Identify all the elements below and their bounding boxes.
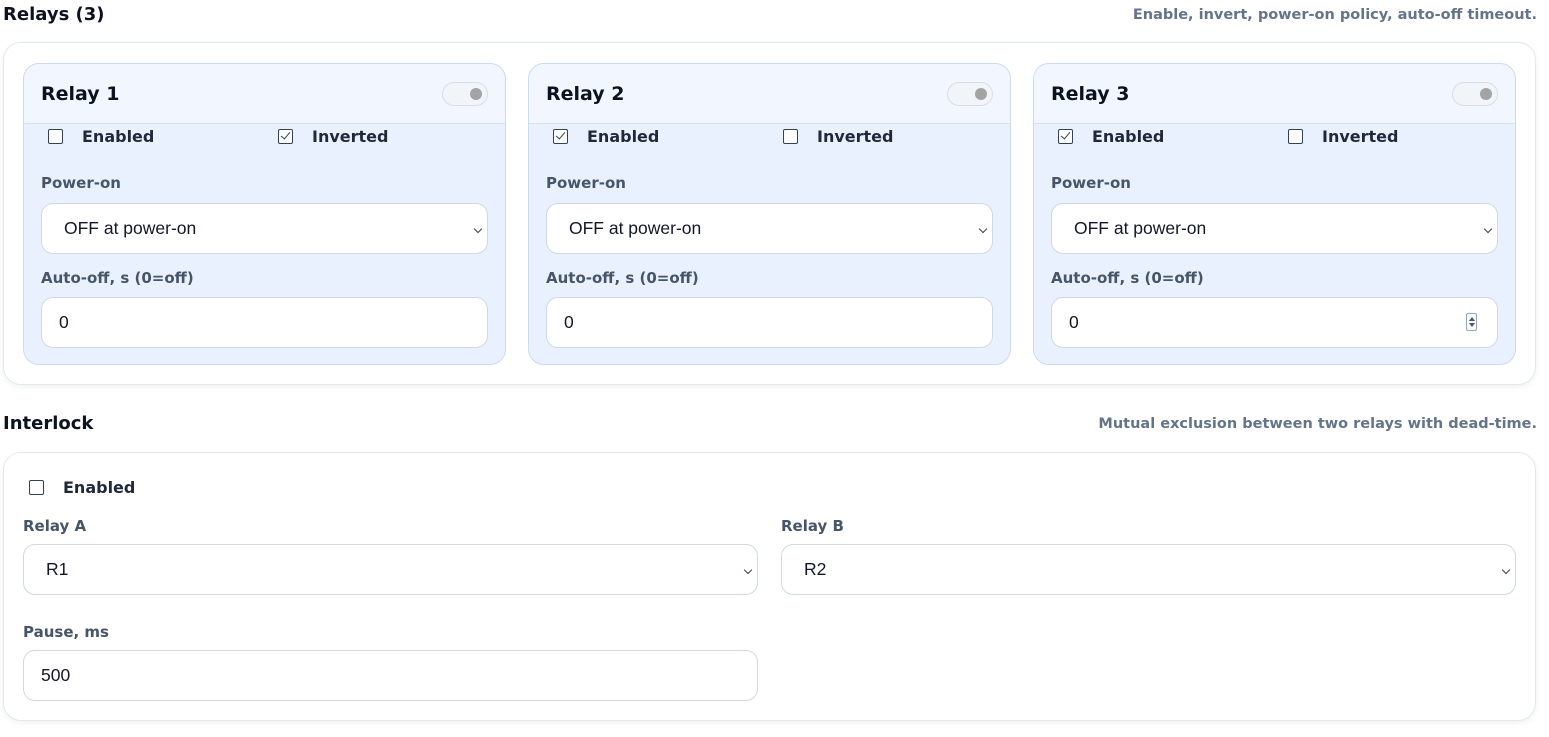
auto-off-label: Auto-off, s (0=off) bbox=[1051, 269, 1204, 287]
auto-off-value: 0 bbox=[1069, 312, 1079, 332]
auto-off-label: Auto-off, s (0=off) bbox=[41, 269, 194, 287]
toggle-knob bbox=[470, 88, 482, 100]
inverted-checkbox[interactable] bbox=[1288, 129, 1303, 144]
enabled-checkbox[interactable] bbox=[553, 129, 568, 144]
relay-title: Relay 3 bbox=[1051, 83, 1130, 105]
relay-title: Relay 2 bbox=[546, 83, 625, 105]
pause-label: Pause, ms bbox=[23, 623, 109, 641]
toggle-knob bbox=[975, 88, 987, 100]
relays-section-title: Relays (3) bbox=[3, 4, 105, 25]
inverted-label: Inverted bbox=[312, 127, 389, 146]
interlock-panel: Enabled Relay A R1 Relay B R2 Pause, ms … bbox=[3, 452, 1536, 721]
enabled-label: Enabled bbox=[1092, 127, 1165, 146]
auto-off-value: 0 bbox=[59, 312, 69, 332]
power-on-select[interactable]: OFF at power-on bbox=[1051, 203, 1498, 254]
interlock-enabled-label: Enabled bbox=[63, 478, 136, 497]
pause-value: 500 bbox=[41, 665, 71, 685]
toggle-knob bbox=[1480, 88, 1492, 100]
interlock-section-header: Interlock Mutual exclusion between two r… bbox=[3, 413, 1537, 434]
power-on-select[interactable]: OFF at power-on bbox=[41, 203, 488, 254]
inverted-label: Inverted bbox=[817, 127, 894, 146]
power-on-value: OFF at power-on bbox=[64, 218, 197, 238]
relay-state-toggle[interactable] bbox=[1452, 82, 1498, 106]
power-on-label: Power-on bbox=[1051, 174, 1131, 192]
relay-b-select[interactable]: R2 bbox=[781, 544, 1516, 595]
chevron-down-icon bbox=[473, 224, 483, 234]
relay-card-header: Relay 3 bbox=[1034, 64, 1515, 124]
relays-panel: Relay 1 Enabled Inverted Power-on OFF at… bbox=[3, 42, 1536, 385]
inverted-checkbox[interactable] bbox=[783, 129, 798, 144]
power-on-value: OFF at power-on bbox=[569, 218, 702, 238]
enabled-checkbox-row[interactable]: Enabled bbox=[48, 127, 154, 146]
relay-a-value: R1 bbox=[46, 559, 69, 579]
auto-off-input[interactable]: 0 bbox=[1051, 297, 1498, 348]
relay-title: Relay 1 bbox=[41, 83, 120, 105]
enabled-checkbox-row[interactable]: Enabled bbox=[1058, 127, 1164, 146]
relay-card-2: Relay 2 Enabled Inverted Power-on OFF at… bbox=[528, 63, 1011, 365]
chevron-down-icon bbox=[1501, 565, 1511, 575]
inverted-checkbox[interactable] bbox=[278, 129, 293, 144]
power-on-label: Power-on bbox=[546, 174, 626, 192]
interlock-section-hint: Mutual exclusion between two relays with… bbox=[1098, 415, 1537, 432]
power-on-value: OFF at power-on bbox=[1074, 218, 1207, 238]
relay-state-toggle[interactable] bbox=[947, 82, 993, 106]
auto-off-input[interactable]: 0 bbox=[546, 297, 993, 348]
power-on-select[interactable]: OFF at power-on bbox=[546, 203, 993, 254]
relay-card-1: Relay 1 Enabled Inverted Power-on OFF at… bbox=[23, 63, 506, 365]
auto-off-input[interactable]: 0 bbox=[41, 297, 488, 348]
relay-b-label: Relay B bbox=[781, 517, 844, 535]
inverted-checkbox-row[interactable]: Inverted bbox=[783, 127, 893, 146]
relay-card-3: Relay 3 Enabled Inverted Power-on OFF at… bbox=[1033, 63, 1516, 365]
enabled-checkbox[interactable] bbox=[1058, 129, 1073, 144]
interlock-section-title: Interlock bbox=[3, 413, 94, 434]
spinner-icon[interactable] bbox=[1466, 313, 1477, 331]
interlock-enabled-row[interactable]: Enabled bbox=[29, 478, 135, 497]
enabled-label: Enabled bbox=[82, 127, 155, 146]
relays-section-header: Relays (3) Enable, invert, power-on poli… bbox=[3, 4, 1537, 25]
relay-b-value: R2 bbox=[804, 559, 827, 579]
enabled-label: Enabled bbox=[587, 127, 660, 146]
relay-a-select[interactable]: R1 bbox=[23, 544, 758, 595]
auto-off-value: 0 bbox=[564, 312, 574, 332]
auto-off-label: Auto-off, s (0=off) bbox=[546, 269, 699, 287]
power-on-label: Power-on bbox=[41, 174, 121, 192]
relay-a-label: Relay A bbox=[23, 517, 87, 535]
relays-section-hint: Enable, invert, power-on policy, auto-of… bbox=[1132, 6, 1537, 23]
enabled-checkbox[interactable] bbox=[48, 129, 63, 144]
pause-input[interactable]: 500 bbox=[23, 650, 758, 701]
chevron-down-icon bbox=[743, 565, 753, 575]
chevron-down-icon bbox=[1483, 224, 1493, 234]
relay-state-toggle[interactable] bbox=[442, 82, 488, 106]
inverted-checkbox-row[interactable]: Inverted bbox=[1288, 127, 1398, 146]
enabled-checkbox-row[interactable]: Enabled bbox=[553, 127, 659, 146]
relay-card-header: Relay 1 bbox=[24, 64, 505, 124]
inverted-checkbox-row[interactable]: Inverted bbox=[278, 127, 388, 146]
chevron-down-icon bbox=[978, 224, 988, 234]
inverted-label: Inverted bbox=[1322, 127, 1399, 146]
relay-card-header: Relay 2 bbox=[529, 64, 1010, 124]
interlock-enabled-checkbox[interactable] bbox=[29, 480, 44, 495]
